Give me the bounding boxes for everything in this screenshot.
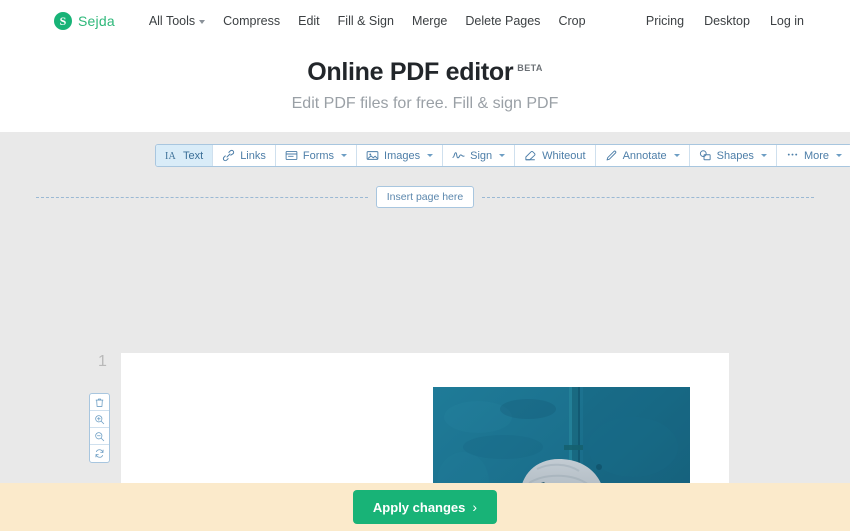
- nav-item-desktop[interactable]: Desktop: [704, 14, 750, 28]
- text-format-icon: I A: [165, 149, 178, 162]
- toolbar-item-text-label: Text: [183, 149, 204, 162]
- pencil-icon: [605, 149, 618, 162]
- page-tools-rail: [89, 393, 110, 463]
- toolbar-item-annotate[interactable]: Annotate: [595, 145, 690, 166]
- nav-item-pricing[interactable]: Pricing: [646, 14, 684, 28]
- ellipsis-icon: [786, 149, 799, 162]
- divider-right: [482, 196, 814, 198]
- apply-changes-label: Apply changes: [372, 499, 466, 515]
- image-icon: [366, 149, 379, 162]
- beta-badge: BETA: [517, 63, 543, 73]
- nav-item-login[interactable]: Log in: [770, 14, 804, 28]
- app-root: S Sejda All Tools Compress Edit Fill & S…: [0, 0, 850, 531]
- nav-item-crop[interactable]: Crop: [558, 14, 585, 28]
- toolbar-item-links[interactable]: Links: [213, 145, 276, 166]
- toolbar-item-shapes[interactable]: Shapes: [689, 145, 777, 166]
- rotate-icon: [94, 448, 105, 459]
- zoom-in-icon: [94, 414, 105, 425]
- brand-name-label: Sejda: [78, 13, 115, 29]
- svg-text:A: A: [169, 151, 177, 162]
- toolbar-item-more-label: More: [803, 149, 829, 162]
- page-title-text: Online PDF editor: [307, 58, 514, 86]
- apply-changes-button[interactable]: Apply changes ›: [352, 490, 498, 524]
- toolbar-item-shapes-label: Shapes: [716, 149, 754, 162]
- trash-icon: [94, 397, 105, 408]
- toolbar-item-forms-label: Forms: [302, 149, 335, 162]
- top-navigation-bar: S Sejda All Tools Compress Edit Fill & S…: [0, 0, 850, 42]
- link-icon: [222, 149, 235, 162]
- chevron-down-icon: [499, 154, 506, 157]
- chevron-down-icon: [427, 154, 434, 157]
- nav-item-merge[interactable]: Merge: [412, 14, 447, 28]
- chevron-down-icon: [673, 154, 680, 157]
- toolbar-item-text[interactable]: I A Text: [156, 145, 214, 166]
- page-title: Online PDF editor BETA: [0, 58, 850, 87]
- nav-item-fill-and-sign[interactable]: Fill & Sign: [338, 14, 394, 28]
- hero-section: Online PDF editor BETA Edit PDF files for…: [0, 42, 850, 132]
- editor-toolbar: I A Text Links Forms Images Sign Whiteou…: [155, 144, 850, 167]
- primary-nav-links: All Tools Compress Edit Fill & Sign Merg…: [149, 14, 586, 28]
- insert-page-here-button[interactable]: Insert page here: [375, 186, 475, 208]
- toolbar-item-annotate-label: Annotate: [622, 149, 667, 162]
- toolbar-item-images[interactable]: Images: [357, 145, 444, 166]
- page-number-label: 1: [98, 353, 107, 370]
- whiteout-icon: [524, 149, 537, 162]
- toolbar-item-whiteout-label: Whiteout: [542, 149, 586, 162]
- rotate-page-button[interactable]: [90, 445, 109, 462]
- toolbar-item-sign-label: Sign: [470, 149, 493, 162]
- toolbar-item-links-label: Links: [240, 149, 266, 162]
- sejda-logo-icon: S: [54, 12, 72, 30]
- nav-item-delete-pages[interactable]: Delete Pages: [465, 14, 540, 28]
- nav-item-compress[interactable]: Compress: [223, 14, 280, 28]
- toolbar-item-images-label: Images: [384, 149, 421, 162]
- zoom-out-icon: [94, 431, 105, 442]
- toolbar-item-whiteout[interactable]: Whiteout: [515, 145, 596, 166]
- brand-logo[interactable]: S Sejda: [54, 12, 115, 30]
- toolbar-item-sign[interactable]: Sign: [443, 145, 516, 166]
- chevron-down-icon: [341, 154, 348, 157]
- zoom-out-button[interactable]: [90, 428, 109, 445]
- chevron-down-icon: [760, 154, 767, 157]
- bottom-action-bar: Apply changes ›: [0, 483, 850, 531]
- insert-page-strip: Insert page here: [36, 186, 814, 208]
- signature-icon: [452, 149, 465, 162]
- toolbar-item-forms[interactable]: Forms: [275, 145, 358, 166]
- nav-item-all-tools[interactable]: All Tools: [148, 14, 206, 28]
- nav-item-all-tools-label: All Tools: [148, 14, 196, 28]
- page-subtitle: Edit PDF files for free. Fill & sign PDF: [291, 95, 559, 112]
- divider-left: [36, 196, 368, 198]
- delete-page-button[interactable]: [90, 394, 109, 411]
- zoom-in-button[interactable]: [90, 411, 109, 428]
- secondary-nav-links: Pricing Desktop Log in: [646, 0, 804, 42]
- chevron-down-icon: [836, 154, 842, 157]
- shapes-icon: [699, 149, 712, 162]
- chevron-down-icon: [199, 20, 206, 24]
- editor-workspace: I A Text Links Forms Images Sign Whiteou…: [0, 132, 850, 531]
- form-icon: [285, 149, 298, 162]
- toolbar-item-more[interactable]: More: [776, 145, 850, 166]
- chevron-right-icon: ›: [472, 499, 478, 515]
- nav-item-edit[interactable]: Edit: [298, 14, 320, 28]
